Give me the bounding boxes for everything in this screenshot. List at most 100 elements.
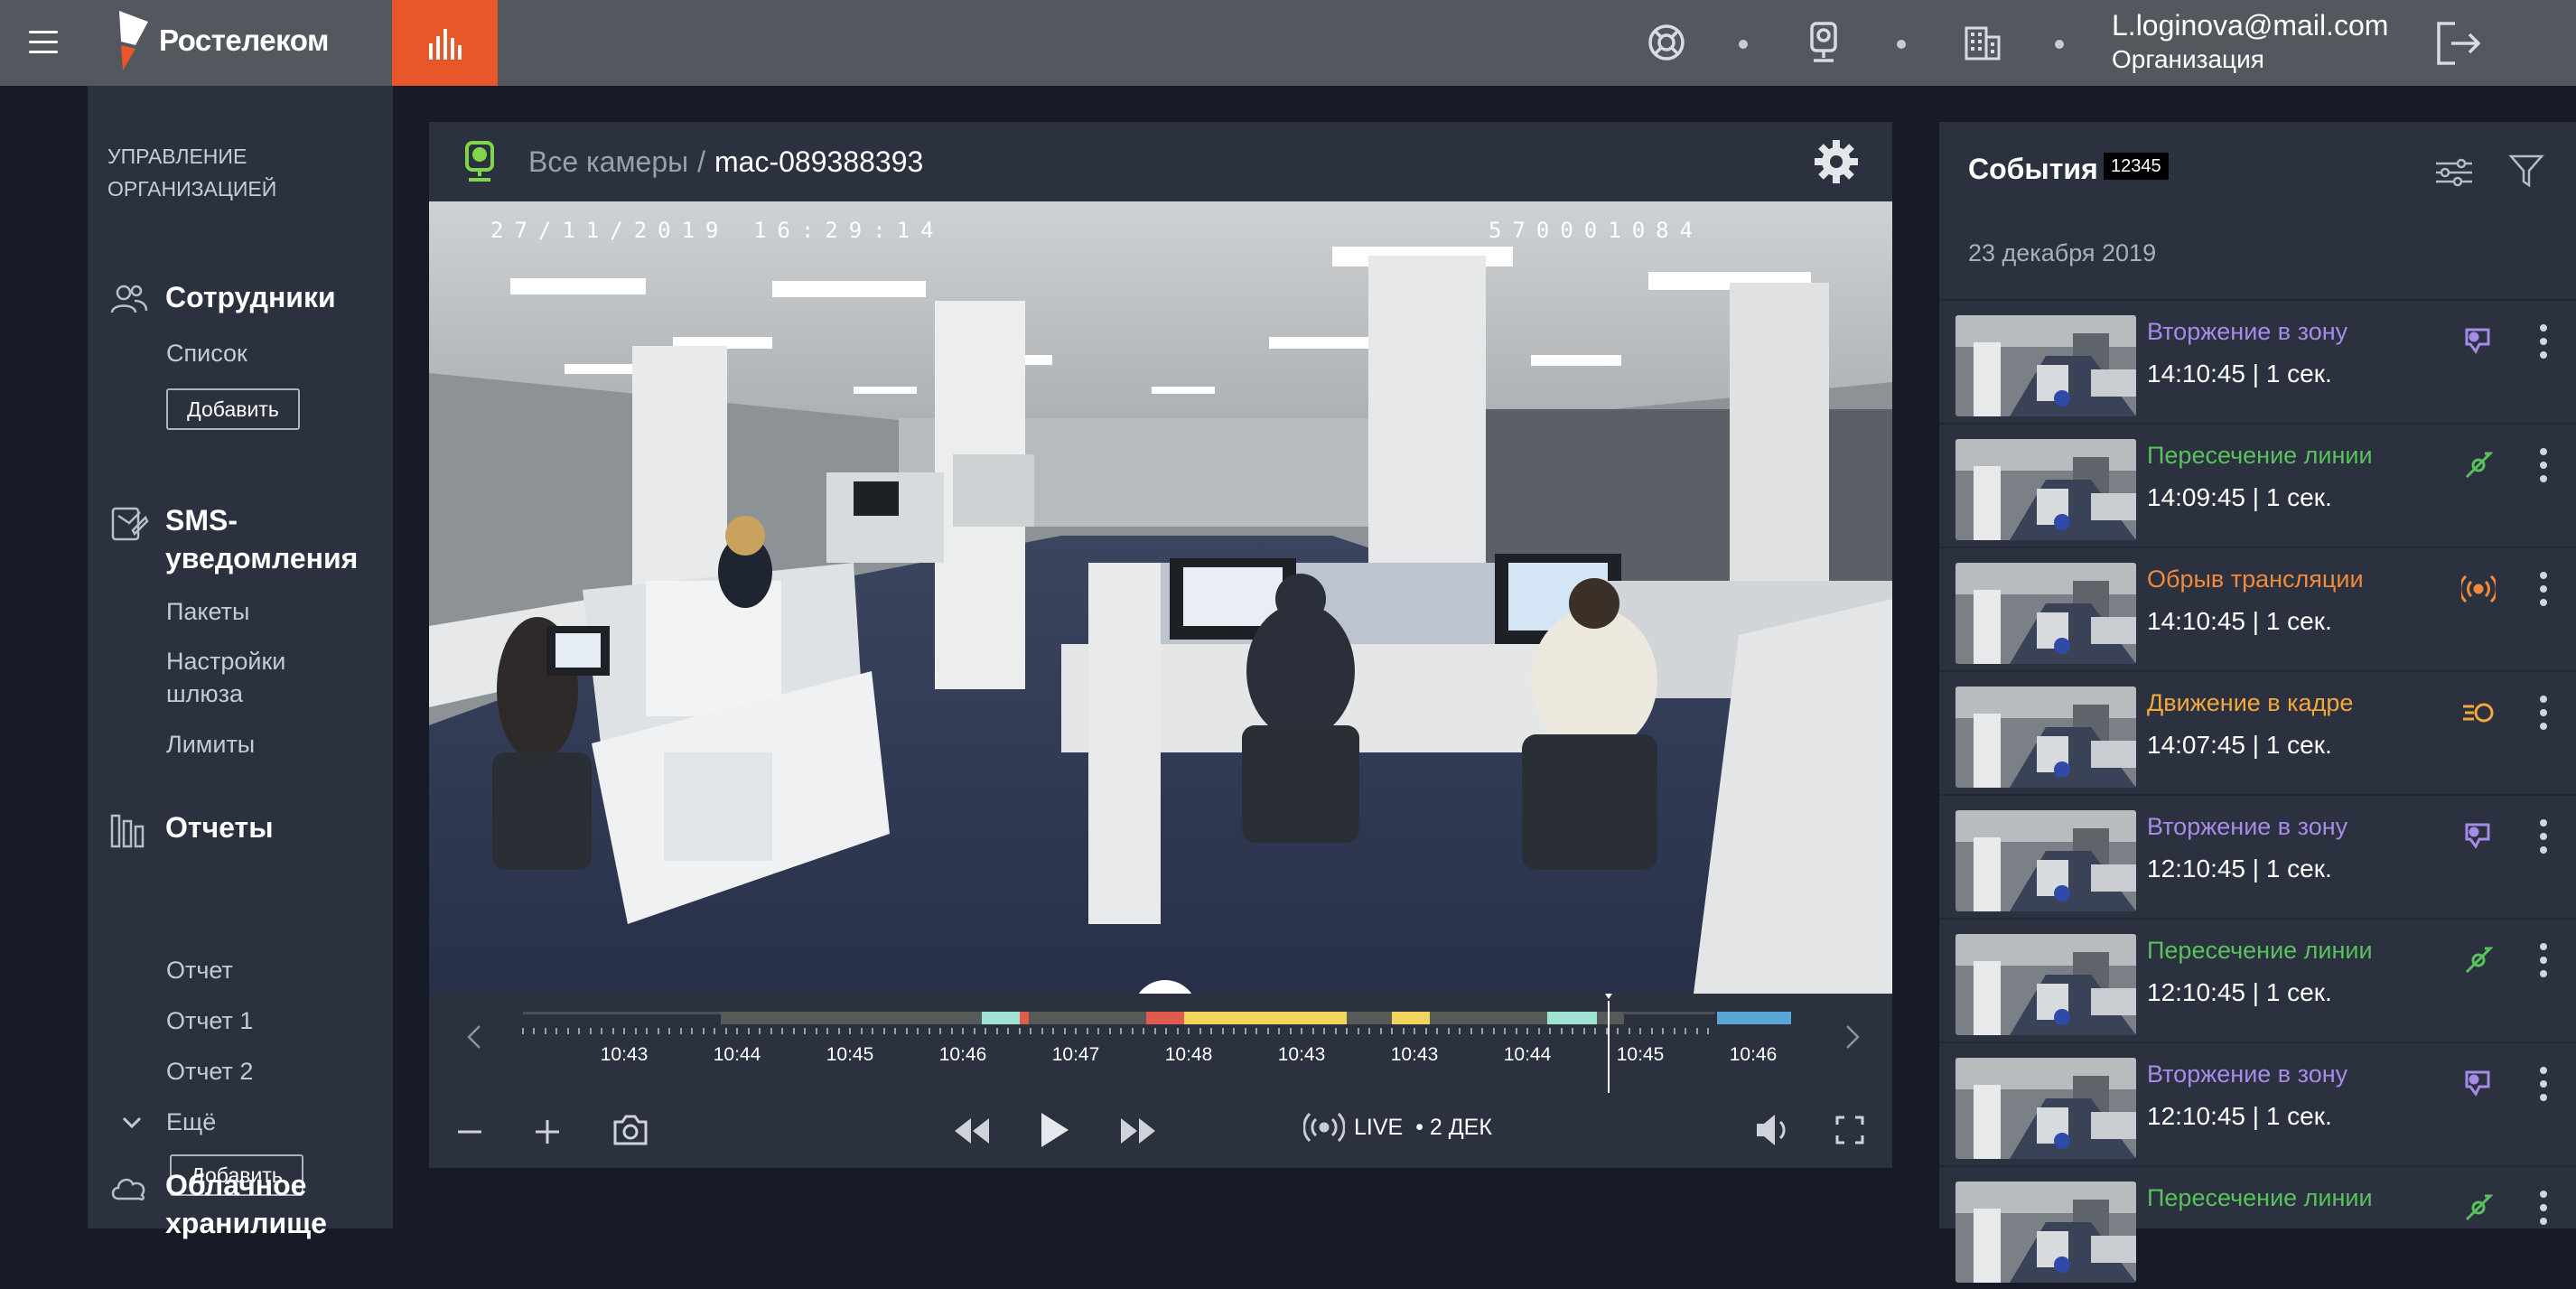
sidebar-title-sms-2: уведомления (165, 542, 359, 574)
event-item[interactable]: Обрыв трансляции 14:10:45 | 1 сек. (1939, 546, 2576, 670)
more-vertical-icon[interactable] (2537, 941, 2550, 979)
more-vertical-icon[interactable] (2537, 817, 2550, 855)
more-vertical-icon[interactable] (2537, 694, 2550, 732)
separator-dot (2055, 40, 2064, 49)
stream-loss-icon (2459, 572, 2498, 606)
line-crossing-icon (2461, 448, 2496, 482)
event-name: Обрыв трансляции (2147, 565, 2364, 593)
more-vertical-icon[interactable] (2537, 570, 2550, 608)
filter-icon[interactable] (2508, 153, 2544, 189)
fullscreen-icon[interactable] (1834, 1115, 1865, 1145)
zone-intrusion-icon (2461, 324, 2496, 359)
more-vertical-icon[interactable] (2537, 322, 2550, 360)
event-time: 12:10:45 | 1 сек. (2147, 855, 2332, 883)
sidebar-section-reports[interactable]: Отчеты (107, 808, 274, 852)
menu-icon[interactable] (29, 31, 58, 54)
snapshot-icon[interactable] (611, 1113, 649, 1147)
timeline-label: 10:44 (713, 1044, 761, 1065)
logout-icon[interactable] (2431, 16, 2486, 70)
sidebar-item-list[interactable]: Список (166, 337, 247, 369)
volume-icon[interactable] (1753, 1111, 1793, 1149)
event-item[interactable]: Вторжение в зону 12:10:45 | 1 сек. (1939, 794, 2576, 918)
sidebar-item-limits[interactable]: Лимиты (166, 728, 255, 761)
event-thumbnail[interactable] (1955, 934, 2136, 1035)
gear-icon[interactable] (1813, 138, 1860, 185)
timeline-label: 10:43 (1390, 1044, 1439, 1065)
event-thumbnail[interactable] (1955, 1182, 2136, 1283)
reports-icon (110, 814, 145, 848)
add-employee-button[interactable]: Добавить (166, 388, 300, 430)
more-vertical-icon[interactable] (2537, 1189, 2550, 1227)
cloud-icon (111, 1178, 145, 1201)
stats-button[interactable] (392, 0, 498, 86)
sidebar-caption: УПРАВЛЕНИЕ ОРГАНИЗАЦИЕЙ (107, 145, 277, 201)
breadcrumb: Все камеры / mac-089388393 (528, 142, 923, 182)
building-icon[interactable] (1958, 18, 2007, 67)
event-item[interactable]: Вторжение в зону 14:10:45 | 1 сек. (1939, 299, 2576, 423)
sidebar-section-cloud[interactable]: Облачное хранилище (107, 1166, 327, 1242)
chevron-down-icon[interactable] (119, 1110, 145, 1135)
event-thumbnail[interactable] (1955, 439, 2136, 540)
user-info[interactable]: L.loginova@mail.com Организация (2112, 7, 2388, 76)
sidebar-section-employees[interactable]: Сотрудники (107, 278, 336, 322)
fast-forward-icon[interactable] (1117, 1113, 1159, 1149)
sidebar-title-cloud-1: Облачное (165, 1169, 307, 1201)
player-header: Все камеры / mac-089388393 (429, 122, 1892, 201)
sidebar-section-sms[interactable]: SMS- уведомления (107, 501, 358, 577)
play-icon[interactable] (1036, 1109, 1072, 1151)
zone-intrusion-icon (2461, 819, 2496, 854)
event-thumbnail[interactable] (1955, 687, 2136, 788)
logo[interactable]: Ростелеком (114, 9, 329, 72)
sidebar-item-packages[interactable]: Пакеты (166, 595, 249, 628)
event-item[interactable]: Движение в кадре 14:07:45 | 1 сек. (1939, 670, 2576, 794)
zoom-out-icon[interactable] (454, 1116, 485, 1147)
zone-intrusion-icon (2461, 1067, 2496, 1101)
sidebar-item-gateway-settings[interactable]: Настройки шлюза (166, 645, 285, 710)
event-thumbnail[interactable] (1955, 810, 2136, 911)
live-indicator[interactable]: LIVE • 2 ДЕК (1303, 1109, 1492, 1145)
event-time: 14:10:45 | 1 сек. (2147, 607, 2332, 635)
sliders-icon[interactable] (2434, 156, 2474, 189)
support-icon[interactable] (1642, 18, 1691, 67)
users-icon (110, 285, 148, 313)
sidebar-item-more[interactable]: Ещё (166, 1106, 216, 1138)
more-vertical-icon[interactable] (2537, 446, 2550, 484)
zoom-in-icon[interactable] (532, 1116, 563, 1147)
brand-name: Ростелеком (159, 23, 329, 57)
sidebar-item-report-2[interactable]: Отчет 2 (166, 1055, 253, 1088)
sidebar-item-report-1[interactable]: Отчет 1 (166, 1004, 253, 1037)
event-time: 12:10:45 | 1 сек. (2147, 978, 2332, 1006)
video-frame[interactable]: 27/11/2019 16:29:14 570001084 (429, 201, 1892, 994)
player-controls: LIVE • 2 ДЕК (429, 1093, 1892, 1168)
timeline-track (522, 994, 1791, 1093)
event-item[interactable]: Пересечение линии 12:10:45 | 1 сек. (1939, 918, 2576, 1041)
logo-icon (119, 11, 148, 70)
timeline-label: 10:45 (826, 1044, 874, 1065)
event-thumbnail[interactable] (1955, 315, 2136, 416)
event-time: 12:10:45 | 1 сек. (2147, 1102, 2332, 1130)
event-time: 14:09:45 | 1 сек. (2147, 483, 2332, 511)
events-count-badge: 12345 (2104, 153, 2169, 180)
rewind-icon[interactable] (951, 1113, 993, 1149)
timeline-label: 10:44 (1503, 1044, 1552, 1065)
motion-icon (2461, 696, 2496, 730)
event-name: Пересечение линии (2147, 1184, 2373, 1211)
camera-status-icon (465, 141, 494, 182)
timeline-label: 10:47 (1051, 1044, 1100, 1065)
top-bar: Ростелеком L.loginova@mail.com Организац… (0, 0, 2576, 86)
sidebar-item-report[interactable]: Отчет (166, 954, 233, 986)
event-thumbnail[interactable] (1955, 563, 2136, 664)
timeline[interactable]: 10:43 10:44 10:45 10:46 10:47 10:48 10:4… (429, 994, 1892, 1093)
event-item[interactable]: Вторжение в зону 12:10:45 | 1 сек. (1939, 1041, 2576, 1165)
event-item[interactable]: Пересечение линии 14:09:45 | 1 сек. (1939, 423, 2576, 546)
separator-dot (1897, 40, 1906, 49)
more-vertical-icon[interactable] (2537, 1065, 2550, 1103)
live-date: • 2 ДЕК (1415, 1115, 1492, 1140)
event-thumbnail[interactable] (1955, 1058, 2136, 1159)
osd-datetime: 27/11/2019 16:29:14 (490, 218, 945, 243)
breadcrumb-all-cameras[interactable]: Все камеры (528, 145, 688, 178)
timeline-label: 10:43 (600, 1044, 649, 1065)
events-panel: События 12345 23 декабря 2019 Вторжение … (1939, 122, 2576, 1283)
camera-icon[interactable] (1799, 18, 1848, 67)
event-item[interactable]: Пересечение линии (1939, 1165, 2576, 1289)
